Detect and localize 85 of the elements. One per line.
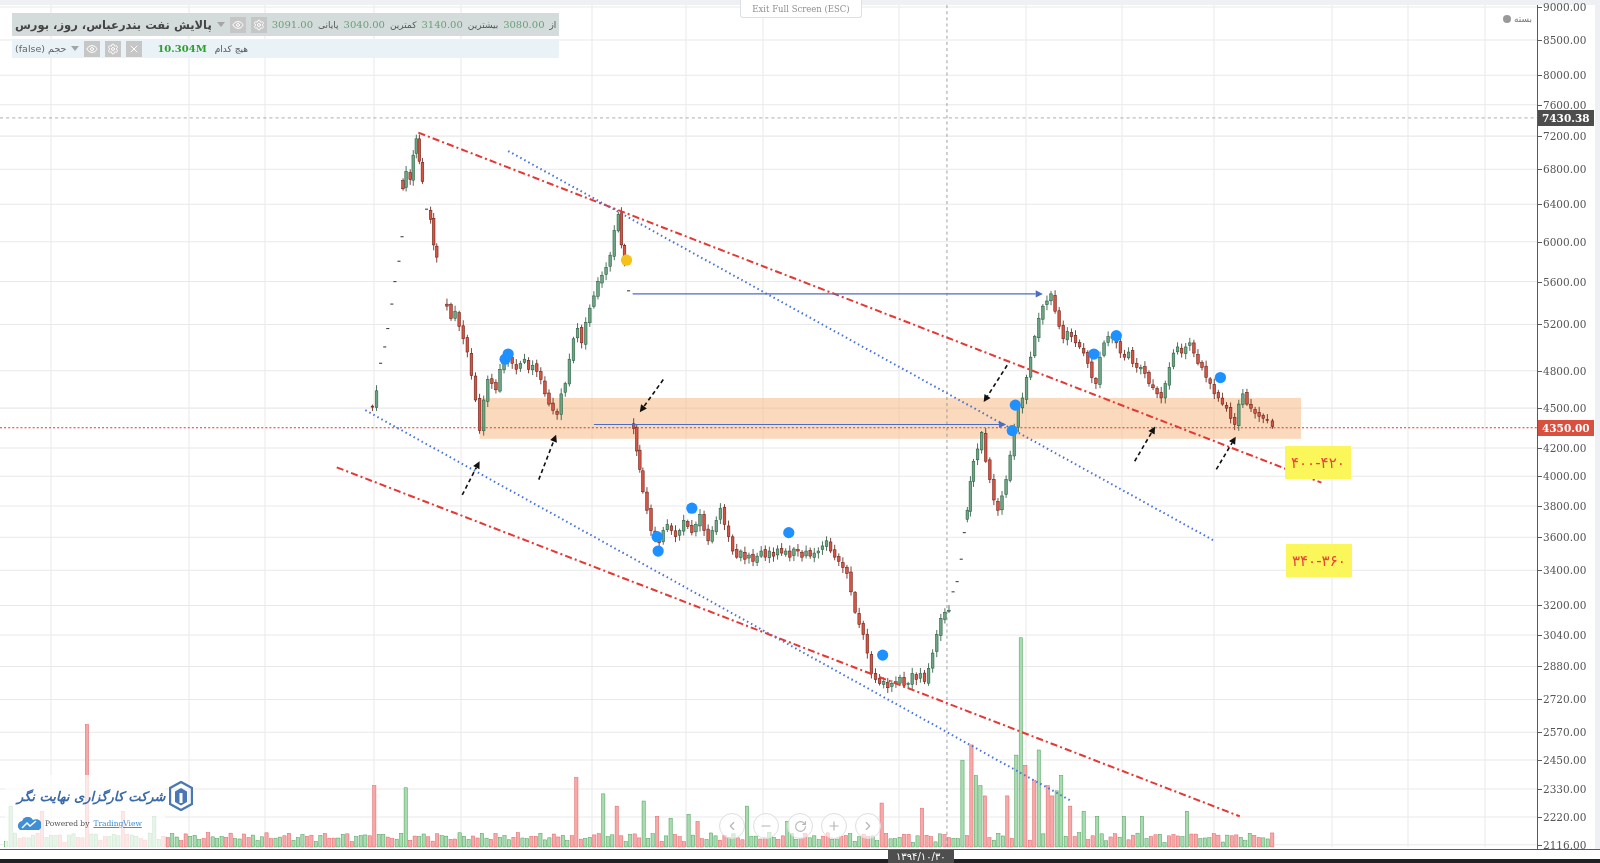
broker-name: شرکت کارگزاری نهایت نگر bbox=[17, 788, 166, 804]
caret-icon bbox=[216, 22, 225, 27]
indicator-label: هیچ کدام bbox=[214, 43, 248, 54]
logo-icon bbox=[169, 781, 194, 811]
price-axis-label: 6000.00 bbox=[1543, 235, 1587, 248]
cloud-icon bbox=[17, 817, 41, 830]
zoom-out-button[interactable] bbox=[753, 813, 779, 839]
plus-icon bbox=[827, 819, 841, 833]
dashed-arrow bbox=[1133, 426, 1156, 463]
dashed-arrow bbox=[1215, 436, 1236, 471]
settings-button[interactable] bbox=[105, 40, 122, 57]
ohlc-value: 3080.00 bbox=[503, 19, 545, 30]
indicator-title: حجم (false) bbox=[15, 43, 67, 54]
dashed-arrow bbox=[983, 364, 1008, 403]
price-axis-label: 8500.00 bbox=[1543, 34, 1587, 47]
range-label: ۴۰۰-۴۲۰ bbox=[1285, 446, 1351, 479]
ohlc-label: از bbox=[549, 19, 557, 30]
price-axis-label: 2720.00 bbox=[1543, 693, 1587, 706]
dot-marker-icon bbox=[502, 348, 514, 360]
ohlc-value: 3091.00 bbox=[271, 19, 314, 30]
visibility-button[interactable] bbox=[229, 16, 246, 33]
price-axis-label: 4800.00 bbox=[1543, 364, 1587, 377]
ohlc-label: کمترین bbox=[389, 19, 417, 30]
dot-marker-icon bbox=[651, 531, 663, 543]
dot-marker-icon bbox=[686, 502, 698, 514]
reset-button[interactable] bbox=[787, 813, 813, 839]
eye-icon bbox=[231, 18, 244, 31]
dot-marker-icon bbox=[1110, 330, 1122, 342]
price-axis-label: 3400.00 bbox=[1543, 564, 1587, 577]
price-axis-label: 6800.00 bbox=[1543, 163, 1587, 176]
ohlc-label: پایانی bbox=[318, 19, 339, 30]
visibility-button[interactable] bbox=[84, 40, 101, 57]
price-axis-label: 3200.00 bbox=[1543, 599, 1587, 612]
dot-marker-icon bbox=[877, 649, 889, 661]
dot-marker-icon bbox=[620, 254, 633, 266]
range-label: ۳۴۰-۳۶۰ bbox=[1286, 544, 1352, 577]
settings-icon bbox=[107, 42, 120, 55]
price-axis-label: 2880.00 bbox=[1543, 660, 1587, 673]
scroll-left-button[interactable] bbox=[719, 813, 745, 839]
ohlc-value: 3040.00 bbox=[343, 19, 385, 30]
price-axis-label: 2450.00 bbox=[1543, 753, 1587, 766]
remove-button[interactable] bbox=[126, 40, 143, 57]
ohlc-label: بیشترین bbox=[467, 19, 499, 30]
caret-icon bbox=[71, 46, 80, 51]
status-dot-icon bbox=[1502, 15, 1511, 23]
high-price-label: 7430.38 bbox=[1538, 109, 1594, 126]
price-axis-label: 3600.00 bbox=[1543, 531, 1587, 544]
price-axis-label: 2330.00 bbox=[1543, 783, 1587, 795]
price-axis-label: 7600.00 bbox=[1543, 98, 1587, 111]
dot-marker-icon bbox=[783, 527, 795, 539]
price-axis-label: 4500.00 bbox=[1543, 402, 1587, 415]
dot-marker-icon bbox=[652, 545, 664, 557]
price-axis-label: 5200.00 bbox=[1543, 318, 1587, 331]
zoom-in-button[interactable] bbox=[821, 813, 847, 839]
refresh-icon bbox=[793, 819, 807, 833]
settings-button[interactable] bbox=[250, 16, 267, 33]
price-axis-label: 8000.00 bbox=[1543, 69, 1587, 82]
price-axis-label: 9000.00 bbox=[1543, 1, 1587, 13]
symbol-title: پالایش نفت بندرعباس، روز، بورس bbox=[15, 17, 212, 32]
price-axis-label: 6400.00 bbox=[1543, 198, 1587, 211]
settings-icon bbox=[252, 18, 265, 31]
price-axis-label: 5600.00 bbox=[1543, 275, 1587, 288]
price-axis-label: 4000.00 bbox=[1543, 470, 1587, 483]
volume-value: 10.304M bbox=[157, 43, 207, 54]
crosshair-date-label: ۱۳۹۴/۱۰/۳۰ bbox=[888, 850, 954, 863]
price-axis-label: 2220.00 bbox=[1543, 811, 1587, 823]
price-axis-label: 2116.00 bbox=[1543, 838, 1587, 851]
price-axis-label: 4200.00 bbox=[1543, 442, 1587, 455]
price-axis-label: 3800.00 bbox=[1543, 499, 1587, 512]
eye-icon bbox=[86, 42, 99, 55]
dot-marker-icon bbox=[1214, 371, 1226, 384]
dashed-arrow bbox=[639, 378, 665, 413]
last-price-label: 4350.00 bbox=[1538, 419, 1594, 436]
dot-marker-icon bbox=[1006, 425, 1018, 437]
exit-fullscreen-button[interactable]: Exit Full Screen (ESC) bbox=[740, 0, 862, 18]
dot-marker-icon bbox=[1088, 348, 1100, 360]
dot-marker-icon bbox=[1009, 399, 1021, 411]
dashed-arrow bbox=[461, 461, 480, 496]
price-axis-label: 7200.00 bbox=[1543, 130, 1587, 143]
price-axis-label: 3040.00 bbox=[1543, 629, 1587, 642]
market-status: بسته bbox=[1513, 14, 1532, 24]
ohlc-value: 3140.00 bbox=[421, 19, 463, 30]
scroll-right-button[interactable] bbox=[855, 813, 881, 839]
dashed-arrow bbox=[537, 434, 557, 481]
price-axis-label: 2570.00 bbox=[1543, 726, 1587, 739]
